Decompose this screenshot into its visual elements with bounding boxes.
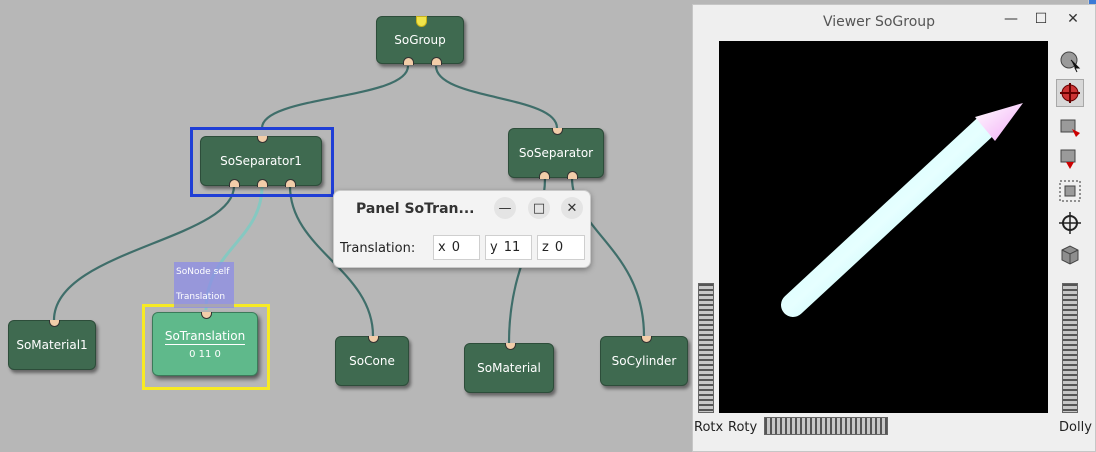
tooltip-line: SoNode self — [176, 267, 230, 277]
node-value: 0 11 0 — [189, 348, 221, 360]
node-somaterial1[interactable]: SoMaterial1 — [8, 320, 96, 370]
node-soseparator[interactable]: SoSeparator — [508, 128, 604, 179]
child-port[interactable] — [539, 171, 550, 179]
3d-viewport[interactable] — [719, 41, 1048, 413]
child-port[interactable] — [567, 171, 578, 179]
projection-cube-icon[interactable] — [1056, 241, 1084, 269]
maximize-button[interactable]: ☐ — [1031, 11, 1051, 27]
dolly-label: Dolly — [1059, 420, 1092, 435]
parent-port[interactable] — [257, 136, 268, 143]
node-socone[interactable]: SoCone — [335, 336, 409, 386]
node-label: SoTranslation — [164, 328, 246, 345]
child-port[interactable] — [229, 179, 240, 187]
tooltip-line: Translation — [176, 292, 226, 302]
child-port[interactable] — [285, 179, 296, 187]
node-socylinder[interactable]: SoCylinder — [600, 336, 688, 386]
port-tooltip: SoNode self Translation — [174, 262, 234, 308]
pick-arrow-icon[interactable] — [1056, 47, 1084, 75]
panel-sotranslation-window[interactable]: Panel SoTran... — □ ✕ Translation: x 0 y… — [333, 190, 591, 268]
node-label: SoMaterial1 — [16, 338, 88, 352]
child-port[interactable] — [431, 57, 442, 65]
wire-group-sep — [434, 65, 559, 129]
child-port[interactable] — [403, 57, 414, 65]
viewer-window[interactable]: Viewer SoGroup — ☐ ✕ Rotx Roty Dolly — [692, 4, 1096, 452]
field-value[interactable]: 11 — [504, 240, 521, 255]
seek-icon[interactable] — [1056, 209, 1084, 237]
node-label: SoSeparator1 — [220, 154, 302, 168]
cylinder-render — [781, 103, 1023, 317]
node-label: SoGroup — [394, 33, 446, 47]
parent-port[interactable] — [505, 343, 516, 350]
translation-y-field[interactable]: y 11 — [485, 235, 532, 260]
axis-label: x — [438, 240, 446, 255]
parent-port[interactable] — [368, 336, 379, 343]
translation-z-field[interactable]: z 0 — [537, 235, 585, 260]
close-button[interactable]: ✕ — [1063, 11, 1083, 27]
parent-port[interactable] — [641, 336, 652, 343]
axis-label: z — [542, 240, 549, 255]
node-soseparator1[interactable]: SoSeparator1 — [200, 136, 322, 187]
wire-group-sep1 — [260, 65, 410, 129]
panel-title: Panel SoTran... — [356, 201, 475, 217]
rotx-thumbwheel[interactable] — [698, 283, 714, 413]
rotx-label: Rotx — [694, 420, 724, 435]
node-label: SoMaterial — [477, 361, 541, 375]
node-sotranslation[interactable]: SoTranslation 0 11 0 — [152, 312, 258, 376]
node-label: SoSeparator — [518, 146, 594, 160]
parent-port[interactable] — [552, 128, 563, 135]
view-move-icon[interactable] — [1056, 79, 1084, 107]
node-label: SoCone — [349, 354, 395, 368]
minimize-button[interactable]: — — [1001, 11, 1021, 27]
cylinder-shape — [781, 117, 995, 317]
node-label: SoCylinder — [611, 354, 677, 368]
parent-port[interactable] — [201, 312, 212, 319]
roty-label: Roty — [728, 420, 758, 435]
root-port[interactable] — [416, 16, 427, 27]
field-value[interactable]: 0 — [452, 240, 460, 255]
field-value[interactable]: 0 — [555, 240, 563, 255]
node-sogroup[interactable]: SoGroup — [376, 16, 464, 65]
node-somaterial[interactable]: SoMaterial — [464, 343, 554, 393]
roty-thumbwheel[interactable] — [764, 417, 888, 435]
close-button[interactable]: ✕ — [561, 197, 583, 219]
child-port[interactable] — [257, 179, 268, 187]
set-home-icon[interactable] — [1056, 145, 1084, 173]
parent-port[interactable] — [49, 320, 60, 327]
dolly-thumbwheel[interactable] — [1062, 283, 1078, 413]
axis-label: y — [490, 240, 498, 255]
minimize-button[interactable]: — — [494, 197, 516, 219]
home-icon[interactable] — [1056, 113, 1084, 141]
view-all-icon[interactable] — [1056, 177, 1084, 205]
translation-label: Translation: — [340, 241, 416, 256]
maximize-button[interactable]: □ — [528, 197, 550, 219]
translation-x-field[interactable]: x 0 — [433, 235, 480, 260]
